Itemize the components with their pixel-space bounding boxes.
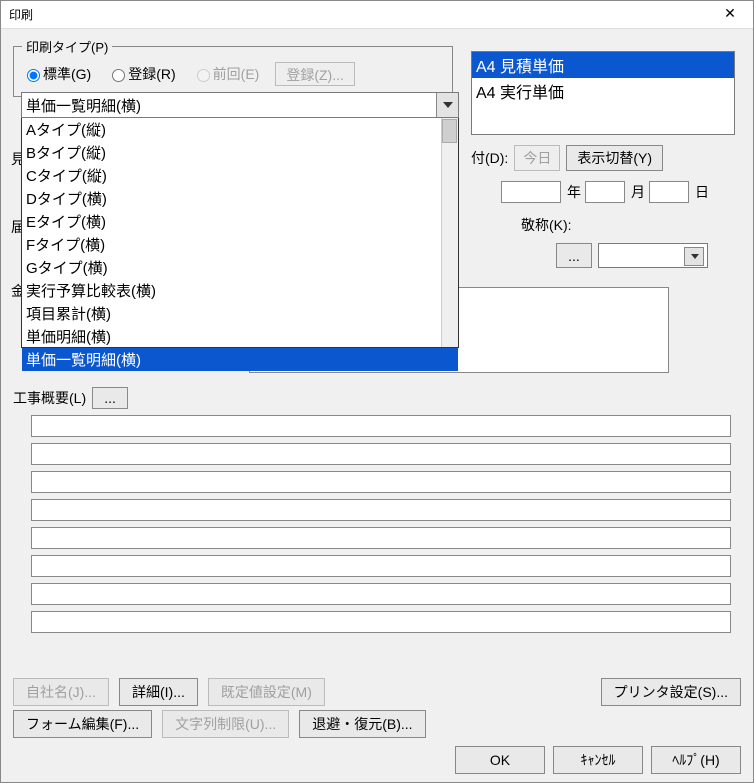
kouji-section: 工事概要(L) ...: [13, 387, 741, 639]
combo-item-7[interactable]: 実行予算比較表(横): [22, 279, 458, 302]
print-dialog: 印刷 ✕ 印刷タイプ(P) 標準(G) 登録(R) 前回(E) 登録(Z)...: [0, 0, 754, 783]
print-type-legend: 印刷タイプ(P): [22, 37, 112, 56]
kouji-dots-button[interactable]: ...: [92, 387, 128, 409]
combo-selected-text: 単価一覧明細(横): [26, 95, 141, 116]
save-restore-button[interactable]: 退避・復元(B)...: [299, 710, 425, 738]
radio-register[interactable]: 登録(R): [107, 64, 175, 84]
button-row-3: OK ｷｬﾝｾﾙ ﾍﾙﾌﾟ(H): [13, 746, 741, 774]
combo-item-0[interactable]: Aタイプ(縦): [22, 118, 458, 141]
paper-item-1[interactable]: A4 実行単価: [472, 78, 734, 104]
defaults-button: 既定値設定(M): [208, 678, 325, 706]
form-edit-button[interactable]: フォーム編集(F)...: [13, 710, 152, 738]
combo-display[interactable]: 単価一覧明細(横): [21, 92, 459, 118]
month-input[interactable]: [585, 181, 625, 203]
printer-settings-button[interactable]: プリンタ設定(S)...: [601, 678, 741, 706]
cancel-button[interactable]: ｷｬﾝｾﾙ: [553, 746, 643, 774]
combo-item-4[interactable]: Eタイプ(横): [22, 210, 458, 233]
combo-item-8[interactable]: 項目累計(横): [22, 302, 458, 325]
type-combo[interactable]: 単価一覧明細(横) Aタイプ(縦) Bタイプ(縦) Cタイプ(縦) Dタイプ(横…: [21, 92, 459, 348]
display-swap-button[interactable]: 表示切替(Y): [566, 145, 663, 171]
print-type-group: 印刷タイプ(P) 標準(G) 登録(R) 前回(E) 登録(Z)...: [13, 37, 453, 97]
date-fields: 年 月 日: [501, 181, 709, 203]
radio-standard-input[interactable]: [27, 69, 40, 82]
honorific-label: 敬称(K):: [521, 215, 572, 235]
kouji-line-4[interactable]: [31, 499, 731, 521]
combo-item-2[interactable]: Cタイプ(縦): [22, 164, 458, 187]
combo-scrollbar[interactable]: [441, 118, 458, 347]
combo-dropdown-list[interactable]: Aタイプ(縦) Bタイプ(縦) Cタイプ(縦) Dタイプ(横) Eタイプ(横) …: [21, 118, 459, 348]
radio-standard[interactable]: 標準(G): [22, 64, 91, 84]
button-row-1: 自社名(J)... 詳細(I)... 既定値設定(M) プリンタ設定(S)...: [13, 678, 741, 706]
detail-button[interactable]: 詳細(I)...: [119, 678, 198, 706]
today-button: 今日: [514, 145, 560, 171]
year-input[interactable]: [501, 181, 561, 203]
date-controls: 付(D): 今日 表示切替(Y): [471, 145, 663, 171]
kouji-legend-text: 工事概要(L): [13, 388, 86, 408]
company-button: 自社名(J)...: [13, 678, 109, 706]
radio-previous-input: [197, 69, 210, 82]
chevron-down-icon[interactable]: [436, 93, 458, 117]
combo-item-3[interactable]: Dタイプ(横): [22, 187, 458, 210]
date-label: 付(D):: [471, 148, 508, 168]
paper-listbox[interactable]: A4 見積単価 A4 実行単価: [471, 51, 735, 135]
content-area: 印刷タイプ(P) 標準(G) 登録(R) 前回(E) 登録(Z)... A4: [1, 29, 753, 782]
radio-register-label: 登録(R): [128, 64, 175, 84]
window-title: 印刷: [9, 6, 33, 23]
kouji-line-5[interactable]: [31, 527, 731, 549]
year-unit: 年: [567, 182, 581, 202]
month-unit: 月: [631, 182, 645, 202]
kouji-line-3[interactable]: [31, 471, 731, 493]
titlebar: 印刷 ✕: [1, 1, 753, 29]
combo-item-6[interactable]: Gタイプ(横): [22, 256, 458, 279]
button-row-2: フォーム編集(F)... 文字列制限(U)... 退避・復元(B)...: [13, 710, 741, 738]
close-icon[interactable]: ✕: [715, 5, 745, 25]
kouji-line-7[interactable]: [31, 583, 731, 605]
day-input[interactable]: [649, 181, 689, 203]
radio-previous-label: 前回(E): [213, 64, 260, 84]
ok-button[interactable]: OK: [455, 746, 545, 774]
help-button[interactable]: ﾍﾙﾌﾟ(H): [651, 746, 741, 774]
radio-standard-label: 標準(G): [43, 64, 91, 84]
combo-item-10[interactable]: 単価一覧明細(横): [22, 348, 458, 371]
honorific-row: ...: [556, 243, 708, 268]
string-limit-button: 文字列制限(U)...: [162, 710, 289, 738]
radio-register-input[interactable]: [112, 69, 125, 82]
radio-previous: 前回(E): [192, 64, 260, 84]
honorific-dots-button[interactable]: ...: [556, 243, 592, 268]
day-unit: 日: [695, 182, 709, 202]
honorific-select[interactable]: [598, 243, 708, 268]
register-button: 登録(Z)...: [275, 62, 355, 86]
kouji-line-2[interactable]: [31, 443, 731, 465]
paper-item-0[interactable]: A4 見積単価: [472, 52, 734, 78]
combo-item-5[interactable]: Fタイプ(横): [22, 233, 458, 256]
kouji-line-1[interactable]: [31, 415, 731, 437]
combo-scroll-thumb[interactable]: [442, 119, 457, 143]
combo-item-1[interactable]: Bタイプ(縦): [22, 141, 458, 164]
kouji-line-6[interactable]: [31, 555, 731, 577]
combo-item-9[interactable]: 単価明細(横): [22, 325, 458, 348]
kouji-line-8[interactable]: [31, 611, 731, 633]
